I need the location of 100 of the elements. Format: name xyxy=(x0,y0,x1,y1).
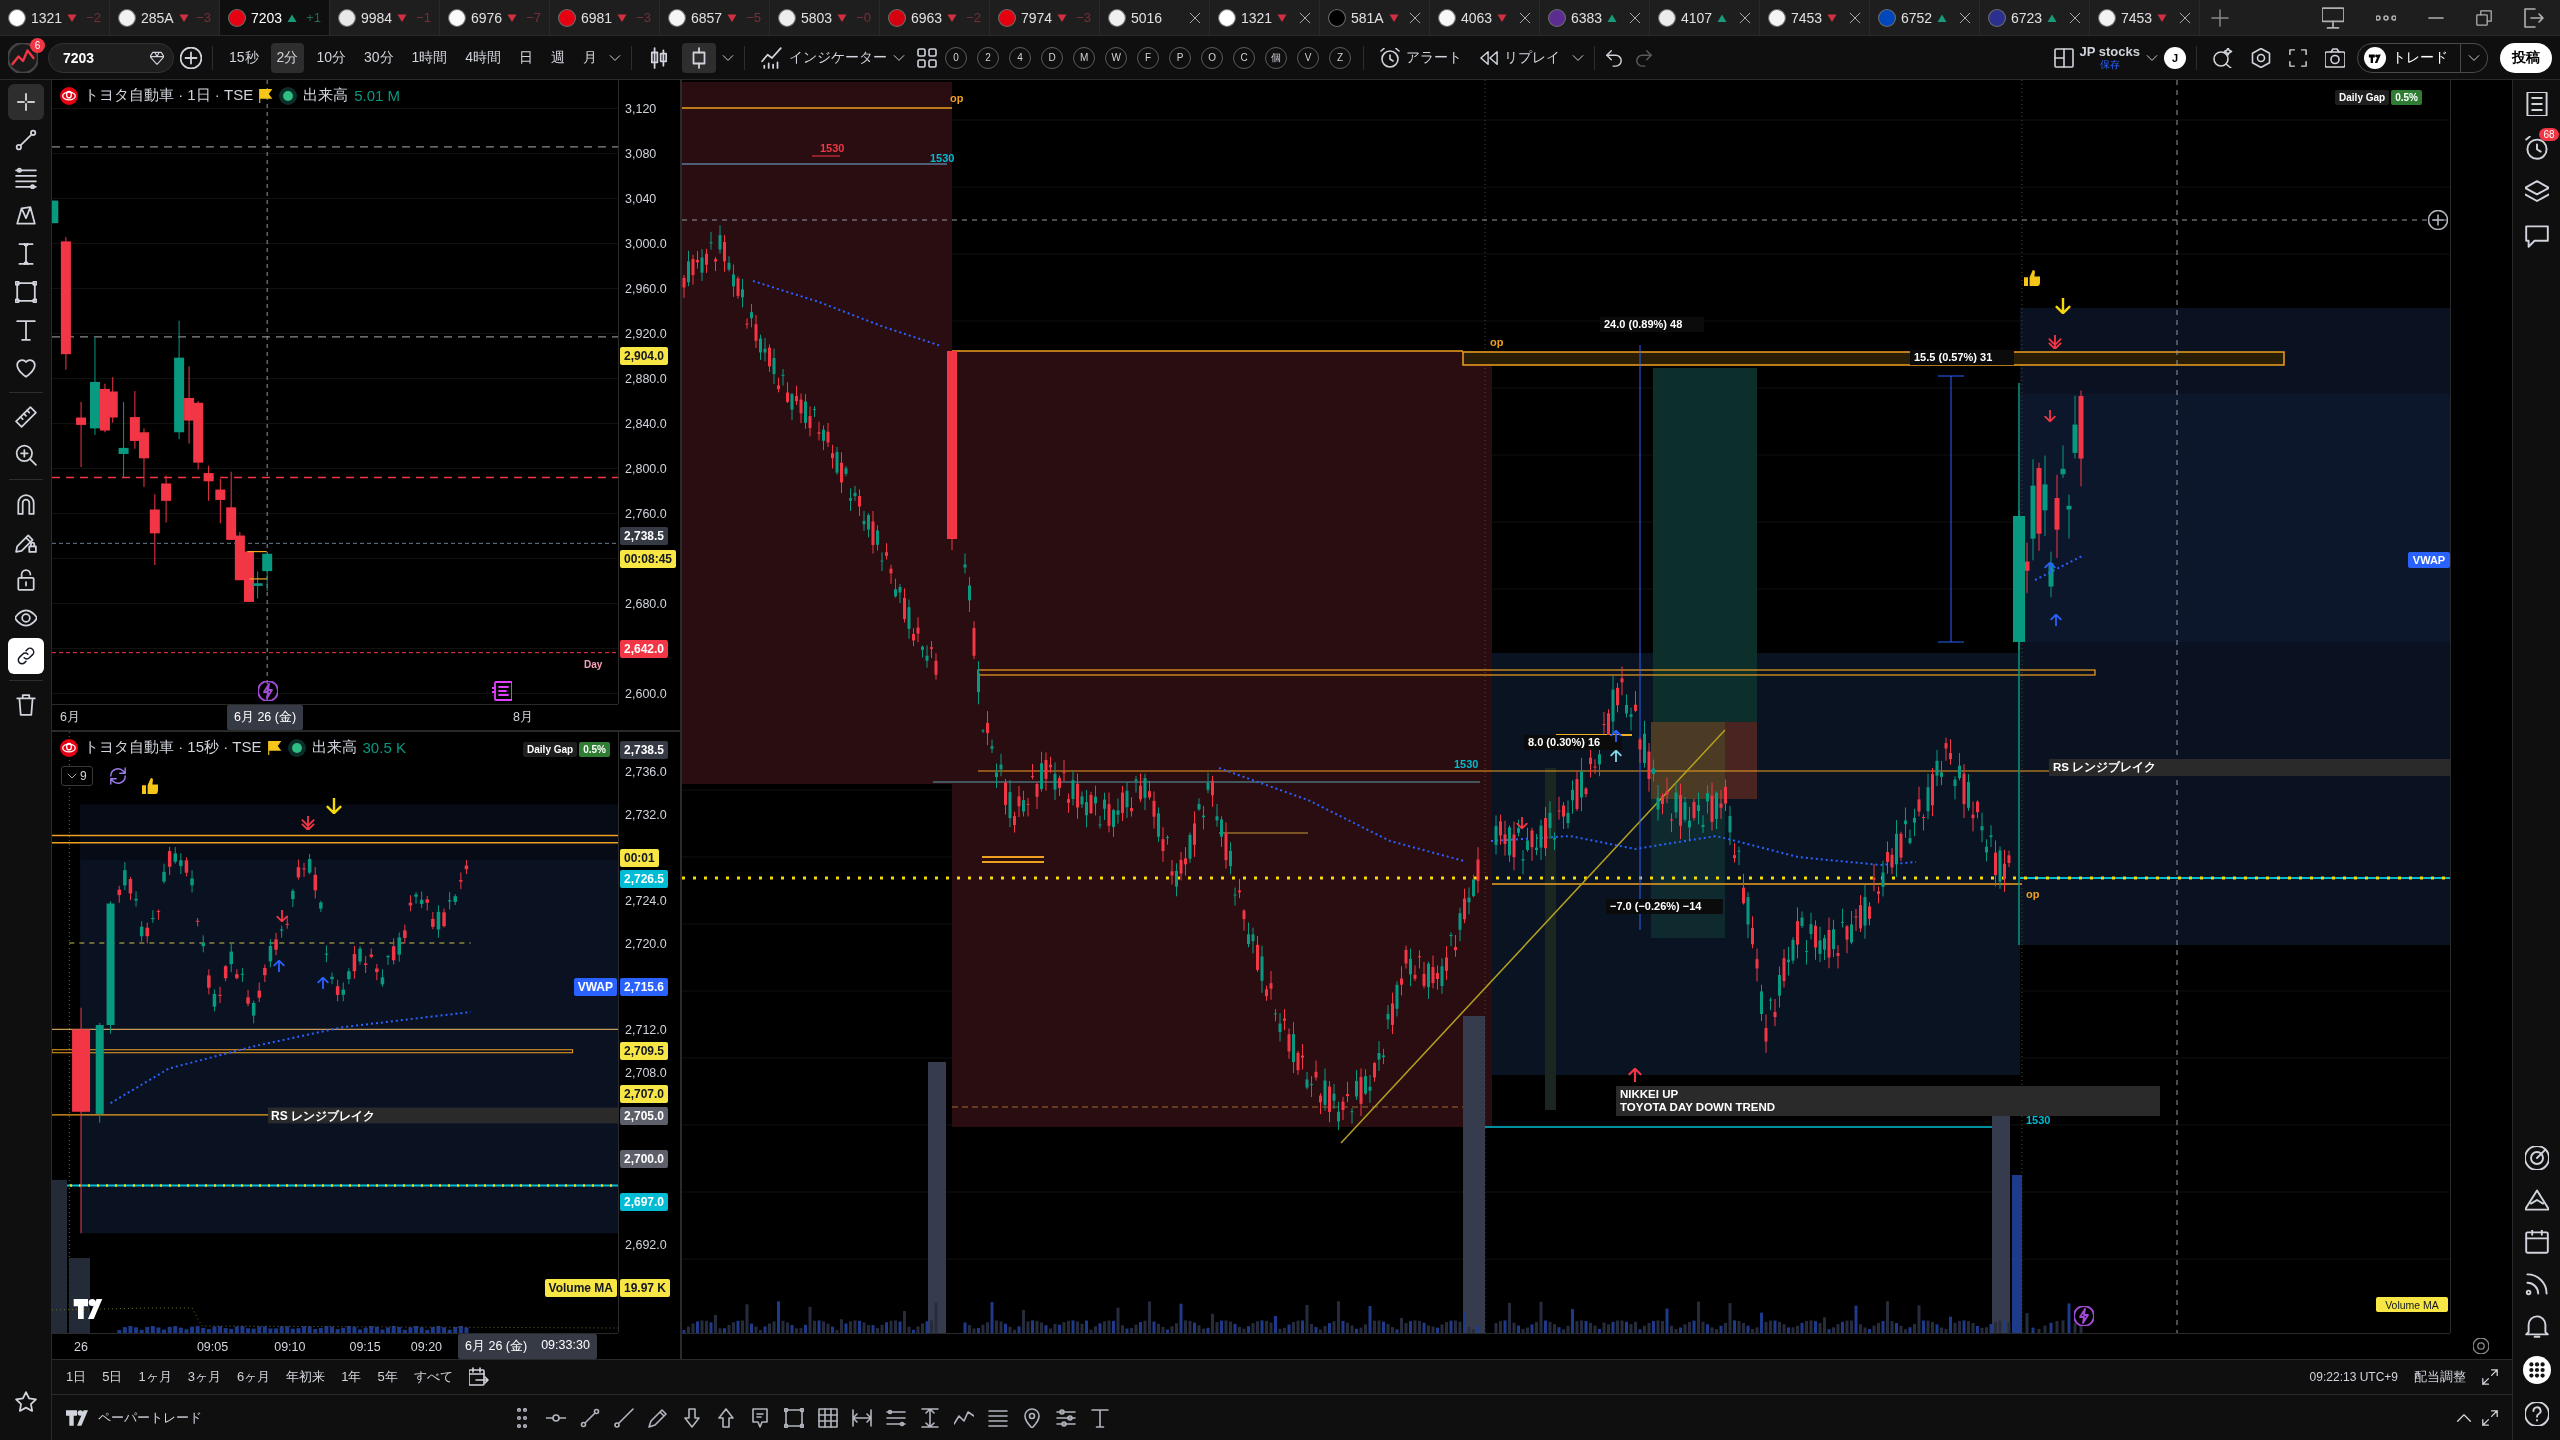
rectangle-icon[interactable] xyxy=(784,1407,804,1428)
star-icon[interactable] xyxy=(14,1391,37,1413)
range-button[interactable]: 5日 xyxy=(102,1368,123,1386)
pen-icon[interactable] xyxy=(648,1407,668,1428)
symbol-tab[interactable]: 7453 xyxy=(1760,0,1870,35)
ruler-icon[interactable] xyxy=(14,406,37,428)
help-icon[interactable] xyxy=(2524,1402,2549,1426)
symbol-tab[interactable]: 5016 xyxy=(1100,0,1210,35)
close-icon[interactable] xyxy=(1189,11,1201,24)
range-button[interactable]: 6ヶ月 xyxy=(236,1368,271,1386)
grid-icon[interactable] xyxy=(917,47,938,68)
magnet-icon[interactable] xyxy=(14,493,37,515)
location-pin-icon[interactable] xyxy=(1022,1407,1042,1428)
layout-name[interactable]: JP stocks xyxy=(2079,44,2140,60)
ray-icon[interactable] xyxy=(614,1407,634,1428)
alert-button[interactable]: アラート xyxy=(1374,42,1469,73)
close-icon[interactable] xyxy=(2069,11,2081,24)
fullscreen-icon[interactable] xyxy=(2289,48,2307,67)
symbol-tab[interactable]: 1321 xyxy=(1210,0,1320,35)
close-icon[interactable] xyxy=(1629,11,1641,24)
exit-icon[interactable] xyxy=(2524,7,2544,28)
interval-button[interactable]: 2分 xyxy=(270,42,305,73)
text-tool-icon[interactable] xyxy=(14,319,37,341)
monitor-icon[interactable] xyxy=(2322,6,2344,29)
collapse-button[interactable]: 9 xyxy=(61,766,93,786)
date-range-icon[interactable] xyxy=(852,1407,872,1428)
range-button[interactable]: 年初来 xyxy=(286,1368,326,1386)
range-button[interactable]: 5年 xyxy=(377,1368,398,1386)
interval-button[interactable]: 4時間 xyxy=(459,42,508,73)
lines-icon[interactable] xyxy=(988,1407,1008,1428)
interval-button[interactable]: 10分 xyxy=(310,42,352,73)
symbol-tab[interactable]: 6976 −7 xyxy=(440,0,550,35)
close-icon[interactable] xyxy=(1519,11,1531,24)
sync-icon[interactable] xyxy=(108,767,127,785)
apps-icon[interactable] xyxy=(2522,1356,2551,1384)
avatar-icon[interactable] xyxy=(8,42,38,73)
undo-icon[interactable] xyxy=(1605,48,1624,67)
symbol-tab[interactable]: 9984 −1 xyxy=(330,0,440,35)
symbol-search-field[interactable]: 7203 xyxy=(48,42,174,73)
layers-icon[interactable] xyxy=(2524,180,2549,204)
symbol-tab[interactable]: 5803 −0 xyxy=(770,0,880,35)
range-button[interactable]: すべて xyxy=(413,1368,453,1386)
close-icon[interactable] xyxy=(1299,11,1311,24)
sliders-icon[interactable] xyxy=(1056,1407,1076,1428)
pattern-icon[interactable] xyxy=(14,205,37,227)
close-icon[interactable] xyxy=(1409,11,1421,24)
range-button[interactable]: 1ヶ月 xyxy=(138,1368,172,1386)
interval-button[interactable]: 週 xyxy=(545,42,572,73)
indicators-button[interactable]: インジケーター xyxy=(755,42,912,73)
rectangle-icon[interactable] xyxy=(14,281,37,303)
close-icon[interactable] xyxy=(1849,11,1861,24)
crosshair-icon[interactable] xyxy=(7,84,44,120)
calendar-icon[interactable] xyxy=(468,1367,489,1387)
close-icon[interactable] xyxy=(1959,11,1971,24)
range-button[interactable]: 1日 xyxy=(66,1368,87,1386)
replay-button[interactable]: リプレイ xyxy=(1474,42,1567,73)
price-range-icon[interactable] xyxy=(920,1407,940,1428)
symbol-tab[interactable]: 6963 −2 xyxy=(880,0,990,35)
symbol-tab[interactable]: 7453 xyxy=(2090,0,2200,35)
interval-button[interactable]: 15秒 xyxy=(223,42,265,73)
symbol-tab[interactable]: 6857 −5 xyxy=(660,0,770,35)
note-pin-icon[interactable] xyxy=(750,1407,770,1428)
text-tool-icon[interactable] xyxy=(1090,1407,1110,1428)
horizontal-lines-icon[interactable] xyxy=(886,1407,906,1428)
symbol-tab[interactable]: 7974 −3 xyxy=(990,0,1100,35)
symbol-tab[interactable]: 6383 xyxy=(1540,0,1650,35)
symbol-tab[interactable]: 6752 xyxy=(1870,0,1980,35)
restore-icon[interactable] xyxy=(2476,9,2492,26)
symbol-tab[interactable]: 1321 −2 xyxy=(0,0,110,35)
redo-icon[interactable] xyxy=(1635,48,1654,67)
trend-line-icon[interactable] xyxy=(14,129,37,151)
adjustment-button[interactable]: 配当調整 xyxy=(2414,1368,2466,1386)
chart-style-button[interactable] xyxy=(682,42,717,73)
trash-icon[interactable] xyxy=(14,694,37,716)
arrow-up-icon[interactable] xyxy=(716,1407,736,1428)
zoom-in-icon[interactable] xyxy=(14,444,37,466)
user-avatar[interactable]: J xyxy=(2164,46,2186,69)
expand-icon[interactable] xyxy=(2482,1409,2498,1426)
lock-icon[interactable] xyxy=(14,569,37,591)
rss-icon[interactable] xyxy=(2524,1272,2549,1296)
bell-icon[interactable] xyxy=(2524,1314,2549,1338)
symbol-tab[interactable]: 4107 xyxy=(1650,0,1760,35)
link-icon[interactable] xyxy=(7,638,44,674)
diamond-icon[interactable] xyxy=(150,50,164,65)
expand-icon[interactable] xyxy=(2482,1369,2498,1385)
settings-icon[interactable] xyxy=(2251,47,2271,68)
search-icon[interactable] xyxy=(2213,47,2233,68)
camera-icon[interactable] xyxy=(2325,47,2345,68)
paper-trading-tab[interactable]: ペーパートレード xyxy=(98,1408,202,1427)
close-icon[interactable] xyxy=(1739,11,1751,24)
interval-button[interactable]: 1時間 xyxy=(405,42,454,73)
interval-button[interactable]: 日 xyxy=(513,42,540,73)
interval-button[interactable]: 30分 xyxy=(357,42,400,73)
trend-line-icon[interactable] xyxy=(580,1407,600,1428)
target-icon[interactable] xyxy=(2524,1146,2549,1170)
arrow-down-icon[interactable] xyxy=(682,1407,702,1428)
heart-icon[interactable] xyxy=(14,357,37,379)
add-symbol-icon[interactable] xyxy=(180,46,202,69)
range-button[interactable]: 3ヶ月 xyxy=(187,1368,221,1386)
symbol-tab[interactable]: 6723 xyxy=(1980,0,2090,35)
